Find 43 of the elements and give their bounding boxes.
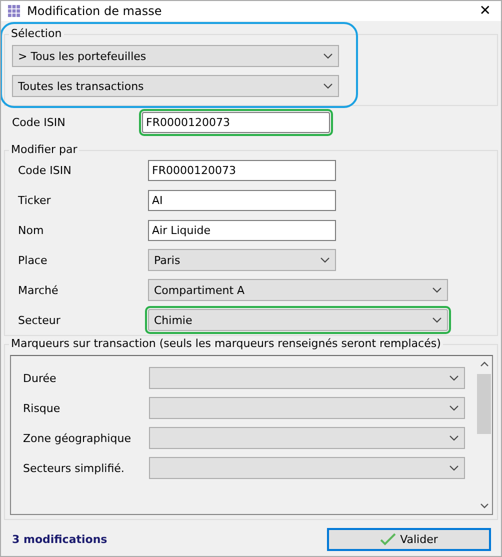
validate-button[interactable]: Valider — [327, 528, 491, 551]
input-field[interactable]: FR0000120073 — [148, 160, 336, 180]
group-label: Sélection — [9, 27, 64, 40]
chevron-down-icon — [449, 465, 459, 471]
dropdown[interactable]: > Tous les portefeuilles — [12, 45, 339, 67]
field-label: Marché — [17, 284, 60, 296]
chevron-down-icon — [449, 435, 459, 441]
chevron-up-icon — [480, 361, 488, 367]
input-field[interactable]: Air Liquide — [148, 220, 336, 240]
status-text: 3 modifications — [12, 533, 108, 546]
field-label: Nom — [17, 224, 45, 236]
chevron-down-icon — [449, 375, 459, 381]
input-field[interactable]: AI — [148, 190, 336, 210]
field-label: Code ISIN — [17, 164, 72, 176]
window-title: Modification de masse — [27, 4, 163, 18]
grid-icon — [7, 4, 21, 18]
dropdown[interactable]: Chimie — [148, 309, 448, 331]
chevron-down-icon — [432, 287, 442, 293]
field-label: Secteur — [17, 314, 62, 326]
group-label: Marqueurs sur transaction (seuls les marqueurs renseignés seront remplacés) — [9, 337, 443, 350]
chevron-down-icon — [323, 83, 333, 89]
dropdown[interactable] — [149, 427, 465, 449]
chevron-down-icon — [449, 405, 459, 411]
dropdown[interactable] — [149, 457, 465, 479]
field-label: Risque — [22, 402, 62, 414]
chevron-down-icon — [320, 257, 330, 263]
field-label: Durée — [22, 372, 58, 384]
checkmark-icon — [380, 533, 396, 546]
dropdown[interactable]: Compartiment A — [148, 279, 448, 301]
field-label: Secteurs simplifié. — [22, 462, 126, 474]
chevron-down-icon — [432, 317, 442, 323]
field-label: Zone géographique — [22, 432, 132, 444]
dropdown[interactable] — [149, 397, 465, 419]
dropdown[interactable]: Paris — [148, 249, 336, 271]
field-label: Code ISIN — [11, 116, 66, 128]
field-label: Ticker — [17, 194, 52, 206]
chevron-down-icon — [323, 53, 333, 59]
dropdown[interactable]: Toutes les transactions — [12, 75, 339, 97]
chevron-down-icon — [480, 503, 488, 509]
dropdown[interactable] — [149, 367, 465, 389]
group-label: Modifier par — [9, 143, 80, 156]
field-label: Place — [17, 254, 48, 266]
close-button[interactable]: ✕ — [475, 3, 495, 19]
